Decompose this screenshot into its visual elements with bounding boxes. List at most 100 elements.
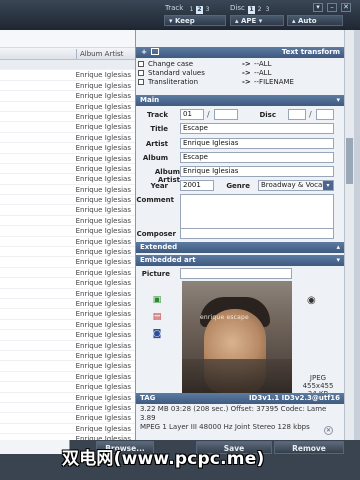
track-total-field[interactable] — [214, 109, 238, 120]
list-item[interactable]: Enrique Iglesias — [0, 70, 135, 81]
album-field[interactable]: Escape — [180, 152, 334, 163]
ape-dropdown[interactable]: ▴ APE ▾ — [230, 15, 284, 26]
panel-scrollbar[interactable] — [344, 30, 354, 440]
track-number-3[interactable]: 3 — [204, 6, 211, 14]
transform-target: --FILENAME — [254, 78, 294, 86]
list-item[interactable]: Enrique Iglesias — [0, 226, 135, 237]
disc-total-field[interactable] — [316, 109, 334, 120]
save-image-icon[interactable]: ◙ — [152, 329, 162, 339]
track-slash: / — [207, 110, 210, 119]
scrollbar-thumb[interactable] — [346, 138, 353, 184]
list-item[interactable]: Enrique Iglesias — [0, 268, 135, 279]
column-separator[interactable] — [76, 49, 77, 59]
album-artist-field[interactable]: Enrique Iglesias — [180, 166, 334, 177]
embedded-art-section-header[interactable]: Embedded art ▾ — [136, 255, 344, 266]
composer-field[interactable] — [180, 228, 334, 239]
menu-icon[interactable]: ▾ — [313, 3, 323, 12]
column-header-album-artist[interactable]: Album Artist — [0, 48, 135, 60]
disc-number-3[interactable]: 3 — [264, 6, 271, 14]
list-item[interactable]: Enrique Iglesias — [0, 164, 135, 175]
file-info-line-1: 3.22 MB 03:28 (208 sec.) Offset: 37395 C… — [140, 405, 327, 422]
standard-values-checkbox[interactable] — [138, 70, 144, 76]
list-item[interactable]: Enrique Iglesias — [0, 91, 135, 102]
transliteration-checkbox[interactable] — [138, 79, 144, 85]
list-item[interactable]: Enrique Iglesias — [0, 341, 135, 351]
transform-row-transliteration[interactable]: Transliteration -> --FILENAME — [138, 78, 338, 87]
list-item[interactable]: Enrique Iglesias — [0, 403, 135, 414]
list-item-album-artist: Enrique Iglesias — [75, 144, 131, 153]
transform-row-change-case[interactable]: Change case -> --ALL — [138, 60, 338, 69]
delete-image-icon[interactable]: ▤ — [152, 312, 162, 322]
transform-row-standard-values[interactable]: Standard values -> --ALL — [138, 69, 338, 78]
genre-dropdown[interactable]: Broadway & Vocals ▾ — [258, 180, 334, 191]
art-dimensions: 455x455 — [302, 382, 334, 390]
list-item-album-artist: Enrique Iglesias — [75, 351, 131, 360]
auto-label: Auto — [297, 17, 317, 25]
list-item[interactable]: Enrique Iglesias — [0, 122, 135, 133]
close-icon[interactable]: ✕ — [341, 3, 351, 12]
title-field[interactable]: Escape — [180, 123, 334, 134]
list-item[interactable]: Enrique Iglesias — [0, 237, 135, 248]
list-item[interactable]: Enrique Iglesias — [0, 102, 135, 112]
list-item[interactable]: Enrique Iglesias — [0, 320, 135, 331]
list-item[interactable]: Enrique Iglesias — [0, 413, 135, 424]
list-item[interactable]: Enrique Iglesias — [0, 133, 135, 144]
add-icon[interactable]: + — [140, 47, 148, 58]
disc-field[interactable] — [288, 109, 306, 120]
list-item[interactable]: Enrique Iglesias — [0, 205, 135, 216]
list-item[interactable]: Enrique Iglesias — [0, 112, 135, 123]
text-transform-header[interactable]: + Text transform — [136, 47, 344, 58]
chevron-down-icon[interactable]: ▾ — [336, 95, 340, 106]
list-item[interactable]: Enrique Iglesias — [0, 174, 135, 185]
grid-icon[interactable] — [151, 48, 159, 55]
change-case-checkbox[interactable] — [138, 61, 144, 67]
disc-number-2[interactable]: 2 — [256, 6, 263, 14]
main-section-header[interactable]: Main ▾ — [136, 95, 344, 106]
list-item[interactable]: Enrique Iglesias — [0, 278, 135, 289]
year-field[interactable]: 2001 — [180, 180, 214, 191]
chevron-down-icon[interactable]: ▾ — [336, 255, 340, 266]
remove-button[interactable]: Remove — [274, 441, 344, 454]
list-item[interactable]: Enrique Iglesias — [0, 257, 135, 268]
auto-dropdown[interactable]: ▴ Auto — [287, 15, 343, 26]
genre-value: Broadway & Vocals — [261, 181, 328, 189]
list-item[interactable]: Enrique Iglesias — [0, 330, 135, 341]
list-item[interactable]: Enrique Iglesias — [0, 372, 135, 383]
list-item[interactable]: Enrique Iglesias — [0, 143, 135, 154]
filter-input[interactable] — [0, 440, 70, 454]
list-item-album-artist: Enrique Iglesias — [75, 71, 131, 80]
extended-section-header[interactable]: Extended ▴ — [136, 242, 344, 253]
view-icon[interactable]: ◉ — [307, 295, 316, 306]
list-item[interactable]: Enrique Iglesias — [0, 247, 135, 258]
list-item[interactable] — [0, 60, 135, 71]
track-number-1[interactable]: 1 — [188, 6, 195, 14]
track-number-selector: 123 — [187, 4, 211, 14]
list-item[interactable]: Enrique Iglesias — [0, 289, 135, 299]
keep-dropdown[interactable]: ▾ Keep — [164, 15, 226, 26]
list-item[interactable]: Enrique Iglesias — [0, 185, 135, 196]
list-item[interactable]: Enrique Iglesias — [0, 351, 135, 362]
list-item[interactable]: Enrique Iglesias — [0, 361, 135, 372]
list-item-album-artist: Enrique Iglesias — [75, 154, 131, 163]
comment-field[interactable] — [180, 194, 334, 232]
disc-label: Disc — [230, 4, 245, 12]
add-image-icon[interactable]: ▣ — [152, 295, 162, 305]
list-item[interactable]: Enrique Iglesias — [0, 309, 135, 320]
list-item[interactable]: Enrique Iglesias — [0, 299, 135, 310]
list-item[interactable]: Enrique Iglesias — [0, 382, 135, 393]
list-item[interactable]: Enrique Iglesias — [0, 154, 135, 164]
minimize-icon[interactable]: – — [327, 3, 337, 12]
list-item[interactable]: Enrique Iglesias — [0, 216, 135, 227]
picture-select[interactable] — [180, 268, 292, 279]
year-field-label: Year — [150, 182, 168, 190]
list-item[interactable]: Enrique Iglesias — [0, 393, 135, 403]
artist-field[interactable]: Enrique Iglesias — [180, 138, 334, 149]
track-field[interactable]: 01 — [180, 109, 204, 120]
close-circle-icon[interactable]: ✕ — [324, 426, 333, 435]
track-number-2[interactable]: 2 — [196, 6, 203, 14]
list-item[interactable]: Enrique Iglesias — [0, 81, 135, 92]
disc-number-1[interactable]: 1 — [248, 6, 255, 14]
list-item[interactable]: Enrique Iglesias — [0, 424, 135, 435]
list-item[interactable]: Enrique Iglesias — [0, 195, 135, 206]
chevron-up-icon[interactable]: ▴ — [336, 242, 340, 253]
